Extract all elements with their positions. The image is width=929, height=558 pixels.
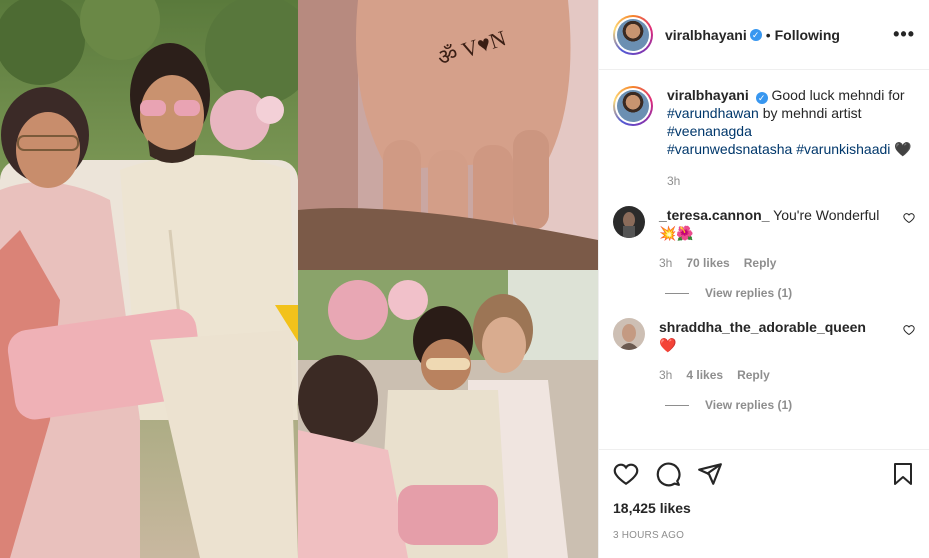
hashtag-veenanagda[interactable]: #veenanagda	[667, 123, 752, 139]
separator-dot: •	[765, 26, 771, 43]
comment-time: 3h	[659, 368, 673, 382]
post-header: viralbhayani ✓ • Following •••	[599, 0, 929, 70]
comment-likes[interactable]: 70 likes	[686, 256, 729, 270]
post-time-ago[interactable]: 3 HOURS AGO	[613, 530, 915, 541]
comment-time: 3h	[659, 256, 673, 270]
likes-count[interactable]: 18,425 likes	[613, 500, 915, 516]
verified-icon: ✓	[749, 28, 762, 41]
commenter-avatar[interactable]	[613, 318, 645, 350]
comment-item: _teresa.cannon_ You're Wonderful 💥🌺 3h 7…	[613, 206, 915, 270]
author-username[interactable]: viralbhayani	[665, 27, 747, 43]
caption: viralbhayani ✓ Good luck mehndi for #var…	[613, 86, 915, 188]
comments-section[interactable]: viralbhayani ✓ Good luck mehndi for #var…	[599, 70, 929, 448]
heart-icon[interactable]	[613, 461, 639, 487]
view-replies-button[interactable]: View replies (1)	[665, 398, 915, 412]
commenter-username[interactable]: shraddha_the_adorable_queen	[659, 319, 866, 335]
comment-likes[interactable]: 4 likes	[686, 368, 723, 382]
more-options-icon[interactable]: •••	[893, 24, 915, 45]
reply-button[interactable]: Reply	[737, 368, 770, 382]
post-actions: 18,425 likes 3 HOURS AGO	[599, 449, 929, 558]
black-heart-emoji: 🖤	[894, 141, 912, 157]
hashtag-varundhawan[interactable]: #varundhawan	[667, 105, 759, 121]
view-replies-button[interactable]: View replies (1)	[665, 286, 915, 300]
bookmark-icon[interactable]	[891, 461, 915, 487]
comment-emoji: ❤️	[659, 337, 677, 353]
verified-icon: ✓	[755, 92, 768, 104]
photo-mehndi-application	[298, 270, 598, 558]
hashtag-varunwedsnatasha[interactable]: #varunwedsnatasha	[667, 141, 792, 157]
comment-emoji: 💥🌺	[659, 225, 694, 241]
post-image-collage[interactable]: ॐ V♥N	[0, 0, 598, 558]
photo-couple-seated	[0, 0, 298, 558]
heart-icon[interactable]	[903, 212, 915, 224]
comment-icon[interactable]	[655, 461, 681, 487]
hashtag-varunkishaadi[interactable]: #varunkishaadi	[796, 141, 890, 157]
comment-text: You're Wonderful	[773, 207, 880, 223]
author-avatar[interactable]	[613, 14, 653, 55]
following-button[interactable]: Following	[775, 27, 840, 43]
reply-button[interactable]: Reply	[744, 256, 777, 270]
caption-text: viralbhayani ✓ Good luck mehndi for #var…	[667, 87, 912, 157]
heart-icon[interactable]	[903, 324, 915, 336]
caption-time: 3h	[667, 174, 681, 188]
caption-username[interactable]: viralbhayani	[667, 87, 749, 103]
share-icon[interactable]	[697, 461, 723, 487]
post-side-panel: viralbhayani ✓ • Following ••• viralbhay…	[598, 0, 929, 558]
commenter-username[interactable]: _teresa.cannon_	[659, 207, 770, 223]
commenter-avatar[interactable]	[613, 206, 645, 238]
photo-mehndi-hand: ॐ V♥N	[298, 0, 598, 270]
caption-avatar[interactable]	[613, 86, 653, 126]
instagram-post: ॐ V♥N viralbhayani ✓ • Following ••• vir…	[0, 0, 929, 558]
comment-item: shraddha_the_adorable_queen ❤️ 3h 4 like…	[613, 318, 915, 382]
